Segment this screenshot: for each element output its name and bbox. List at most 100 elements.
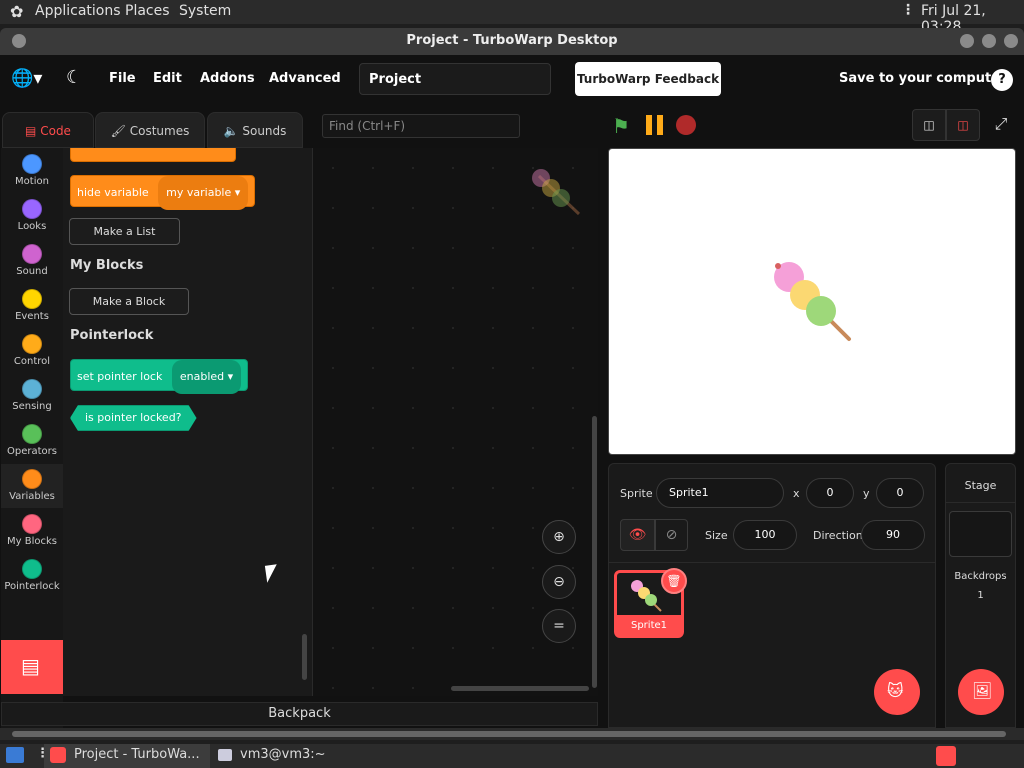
minimize-button[interactable] [960,34,974,48]
feedback-button[interactable]: TurboWarp Feedback [575,62,721,96]
menu-places[interactable]: Places [125,3,170,19]
zoom-out-button[interactable]: ⊖ [542,565,576,599]
backdrops-label: Backdrops [954,571,1007,582]
code-icon: ▤ [25,124,37,138]
y-input[interactable]: 0 [876,478,924,508]
window-titlebar[interactable]: Project - TurboWarp Desktop [0,28,1024,55]
stage-target-panel[interactable]: Stage Backdrops 1 🖼 [945,463,1016,728]
category-events[interactable]: Events [1,289,63,322]
size-label: Size [705,529,728,542]
sprite-info-panel: Sprite Sprite1 x 0 y 0 👁 ⊘ Size 100 Dire… [608,463,936,728]
taskbar-item-terminal[interactable]: vm3@vm3:~ [210,744,370,768]
tray-turbowarp-icon[interactable] [936,746,956,766]
script-area-horizontal-scrollbar[interactable] [451,686,589,691]
terminal-app-icon [218,749,232,761]
tab-sounds[interactable]: 🔈 Sounds [207,112,303,148]
category-my-blocks[interactable]: My Blocks [1,514,63,547]
menu-addons[interactable]: Addons [200,71,255,86]
sprite-name-input[interactable]: Sprite1 [656,478,784,508]
script-area-vertical-scrollbar[interactable] [592,416,597,688]
events-dot-icon [22,289,42,309]
direction-input[interactable]: 90 [861,520,925,550]
project-title-input[interactable]: Project [359,63,551,95]
menu-applications[interactable]: Applications [35,3,121,19]
category-control[interactable]: Control [1,334,63,367]
category-operators[interactable]: Operators [1,424,63,457]
sensing-dot-icon [22,379,42,399]
add-backdrop-button[interactable]: 🖼 [958,669,1004,715]
window-horizontal-scrollbar[interactable] [0,728,1024,740]
show-sprite-button[interactable]: 👁 [620,519,655,551]
pause-icon[interactable] [644,114,666,136]
my-blocks-heading: My Blocks [70,258,144,273]
zoom-in-button[interactable]: ⊕ [542,520,576,554]
script-area[interactable]: ⊕ ⊖ = [312,148,598,696]
x-label: x [793,487,800,500]
make-list-button[interactable]: Make a List [69,218,180,245]
is-pointer-locked-block[interactable]: is pointer locked? [70,405,197,431]
category-motion[interactable]: Motion [1,154,63,187]
category-looks[interactable]: Looks [1,199,63,232]
save-to-computer-button[interactable]: Save to your computer [839,71,1006,86]
window-scrollbar-thumb[interactable] [12,731,1006,737]
help-button[interactable]: ? [991,69,1013,91]
stage-panel-title: Stage [964,479,997,492]
language-globe-icon[interactable]: 🌐▾ [11,68,42,89]
menu-file[interactable]: File [109,71,136,86]
operators-dot-icon [22,424,42,444]
variable-dropdown[interactable]: my variable ▾ [158,176,249,210]
category-sensing[interactable]: Sensing [1,379,63,412]
menu-edit[interactable]: Edit [153,71,182,86]
find-input[interactable]: Find (Ctrl+F) [322,114,520,138]
variable-block-partial[interactable] [70,148,236,162]
pointerlock-dot-icon [22,559,42,579]
window-title: Project - TurboWarp Desktop [406,33,618,48]
add-extension-button[interactable]: ▤ [1,640,63,694]
sprite-label: Sprite [620,487,653,500]
category-variables[interactable]: Variables [1,464,63,508]
fullscreen-button[interactable]: ⤢ [985,109,1017,141]
hide-sprite-button[interactable]: ⊘ [655,519,688,551]
stage-canvas[interactable] [608,148,1016,455]
taskbar-item-turbowarp[interactable]: Project - TurboWa... [44,744,210,768]
pointer-lock-dropdown[interactable]: enabled ▾ [171,360,242,394]
set-pointer-lock-block[interactable]: set pointer lock enabled ▾ [70,359,249,394]
pointerlock-heading: Pointerlock [70,328,154,343]
hide-variable-block[interactable]: hide variable my variable ▾ [70,175,256,210]
my-blocks-dot-icon [22,514,42,534]
looks-dot-icon [22,199,42,219]
large-stage-button[interactable]: ◫ [946,109,980,141]
menu-advanced[interactable]: Advanced [269,71,341,86]
x-input[interactable]: 0 [806,478,854,508]
direction-label: Direction [813,529,863,542]
backdrop-thumbnail[interactable] [949,511,1012,557]
small-stage-button[interactable]: ◫ [912,109,946,141]
dango-sprite-icon[interactable] [771,261,857,347]
green-flag-icon[interactable]: ⚑ [612,114,630,138]
stop-icon[interactable] [676,115,696,135]
category-pointerlock[interactable]: Pointerlock [1,559,63,592]
close-button[interactable] [1004,34,1018,48]
taskbar: ⋮ Project - TurboWa... vm3@vm3:~ [0,744,1024,768]
sound-dot-icon [22,244,42,264]
motion-dot-icon [22,154,42,174]
image-add-icon: 🖼 [972,681,993,700]
panel-menu-icon[interactable]: ⋮ [901,2,915,18]
size-input[interactable]: 100 [733,520,797,550]
tab-costumes[interactable]: 🖌 Costumes [95,112,205,148]
palette-scrollbar[interactable] [302,634,307,680]
tab-code[interactable]: ▤ Code [2,112,94,148]
add-sprite-button[interactable]: 🐱 [874,669,920,715]
show-desktop-icon[interactable] [6,747,24,763]
theme-moon-icon[interactable]: ☾ [66,67,82,88]
delete-sprite-button[interactable]: 🗑 [661,568,687,594]
zoom-reset-button[interactable]: = [542,609,576,643]
maximize-button[interactable] [982,34,996,48]
gnome-foot-icon[interactable]: ✿ [10,2,23,21]
make-block-button[interactable]: Make a Block [69,288,189,315]
category-sound[interactable]: Sound [1,244,63,277]
backpack[interactable]: Backpack [1,702,598,726]
control-dot-icon [22,334,42,354]
menu-system[interactable]: System [179,3,231,19]
variables-dot-icon [22,469,42,489]
